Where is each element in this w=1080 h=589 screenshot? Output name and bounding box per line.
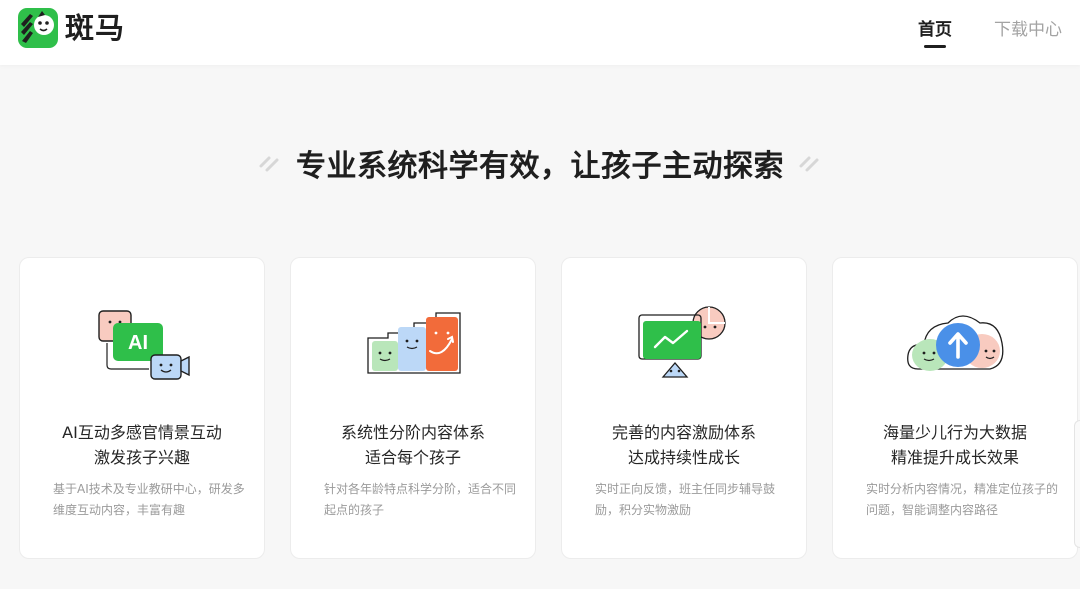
ai-chat-illustration-icon: AI <box>98 310 190 380</box>
ai-badge-text: AI <box>128 332 148 354</box>
main-nav: 首页 下载中心 <box>876 0 1062 65</box>
staged-faces-illustration-icon <box>367 312 461 374</box>
slash-deco-icon <box>799 156 819 172</box>
nav-active-indicator <box>924 45 946 48</box>
card-description: 实时分析内容情况，精准定位孩子的问题，智能调整内容路径 <box>866 482 1059 517</box>
logo-text: 斑马 <box>65 11 126 45</box>
card-description: 针对各年龄特点科学分阶，适合不同起点的孩子 <box>324 482 517 517</box>
nav-item-label: 下载中心 <box>994 20 1062 40</box>
card-title: 海量少儿行为大数据 精准提升成长效果 <box>882 423 1027 467</box>
brand-logo[interactable]: 斑马 <box>18 8 125 48</box>
side-float-tab[interactable] <box>1074 420 1080 548</box>
section-heading: 专业系统科学有效，让孩子主动探索 <box>0 140 1080 186</box>
card-title: 系统性分阶内容体系 适合每个孩子 <box>340 423 485 467</box>
feature-card-incentive-system: 完善的内容激励体系 达成持续性成长 实时正向反馈，班主任同步辅导鼓励，积分实物激… <box>561 257 807 559</box>
top-header: 斑马 首页 下载中心 <box>0 0 1080 65</box>
feature-card-big-data: 海量少儿行为大数据 精准提升成长效果 实时分析内容情况，精准定位孩子的问题，智能… <box>832 257 1078 559</box>
card-description: 实时正向反馈，班主任同步辅导鼓励，积分实物激励 <box>595 482 776 517</box>
card-description: 基于AI技术及专业教研中心，研发多维度互动内容，丰富有趣 <box>53 482 245 517</box>
page-title: 专业系统科学有效，让孩子主动探索 <box>296 149 784 184</box>
slash-deco-icon <box>259 156 279 172</box>
card-title: AI互动多感官情景互动 激发孩子兴趣 <box>62 423 222 467</box>
nav-item-home[interactable]: 首页 <box>918 0 952 65</box>
nav-item-download-center[interactable]: 下载中心 <box>994 0 1062 65</box>
card-title: 完善的内容激励体系 达成持续性成长 <box>611 423 756 467</box>
data-cloud-illustration-icon <box>907 315 1004 371</box>
growth-screen-illustration-icon <box>638 306 726 378</box>
zebra-logo-icon <box>18 8 58 48</box>
feature-card-ai-interaction: AI AI互动多感官情景互动 激发孩子兴趣 基于AI技术及专业教研中心，研发多维… <box>19 257 265 559</box>
nav-item-label: 首页 <box>918 20 952 40</box>
feature-card-staged-content: 系统性分阶内容体系 适合每个孩子 针对各年龄特点科学分阶，适合不同起点的孩子 <box>290 257 536 559</box>
